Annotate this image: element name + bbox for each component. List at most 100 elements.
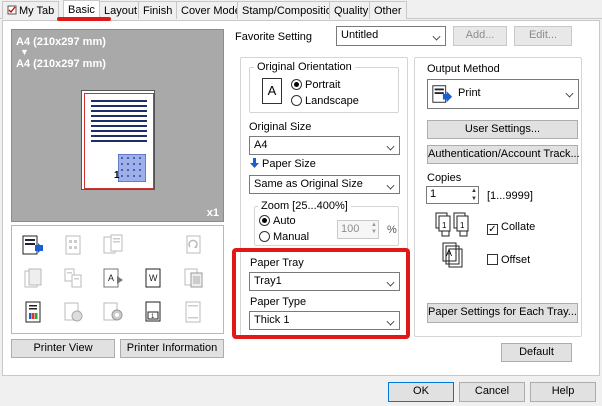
zoom-auto-option[interactable]: Auto <box>259 215 296 227</box>
help-button[interactable]: Help <box>530 382 596 402</box>
rotate-icon[interactable] <box>181 233 205 257</box>
svg-text:A: A <box>108 273 114 283</box>
text-lines-icon <box>91 100 147 142</box>
collate-checkbox[interactable]: ✓ <box>487 224 498 235</box>
portrait-page-letter: A <box>267 83 277 98</box>
printer-information-button[interactable]: Printer Information <box>120 339 224 358</box>
add-favorite-button[interactable]: Add... <box>453 26 507 46</box>
pattern-icon <box>118 154 146 182</box>
original-size-label: Original Size <box>249 121 312 133</box>
edit-favorite-button[interactable]: Edit... <box>514 26 572 46</box>
spinner-arrows-icon[interactable]: ▲ ▼ <box>471 187 477 203</box>
zoom-manual-option[interactable]: Manual <box>259 231 309 243</box>
my-tab-icon <box>7 5 17 15</box>
highlight-box <box>232 248 410 339</box>
collate-option[interactable]: ✓ Collate <box>487 221 535 235</box>
tab-label: Quality <box>334 5 369 17</box>
landscape-option[interactable]: Landscape <box>291 95 359 107</box>
down-arrow-icon: ▼ <box>20 47 29 57</box>
portrait-label: Portrait <box>305 79 341 91</box>
copies-spinner[interactable]: 1 ▲ ▼ <box>426 186 479 204</box>
output-paper-text: A4 (210x297 mm) <box>16 58 106 70</box>
tab-label: My Tab <box>19 5 55 17</box>
color-doc-icon[interactable] <box>21 300 45 324</box>
paper-size-select[interactable]: Same as Original Size <box>249 175 400 194</box>
gear-doc-icon[interactable] <box>101 300 125 324</box>
duplex-icon[interactable] <box>101 233 125 257</box>
chevron-down-icon <box>386 142 395 151</box>
zoom-value: 100 <box>341 223 360 235</box>
chevron-down-icon <box>565 89 574 98</box>
svg-text:1: 1 <box>460 221 465 230</box>
chevron-down-icon <box>386 181 395 190</box>
highlight-underline <box>57 17 111 21</box>
tab-my-tab[interactable]: My Tab <box>2 1 60 19</box>
watermark-icon[interactable]: W <box>141 266 165 290</box>
user-settings-button[interactable]: User Settings... <box>427 120 578 139</box>
header-footer-icon[interactable] <box>181 300 205 324</box>
printer-view-button[interactable]: Printer View <box>11 339 115 358</box>
zoom-unit: % <box>387 224 397 236</box>
nup-icon[interactable] <box>61 233 85 257</box>
output-method-label: Output Method <box>427 63 500 75</box>
overlay-icon[interactable] <box>181 266 205 290</box>
zoom-auto-label: Auto <box>273 215 296 227</box>
chevron-down-icon <box>432 32 441 41</box>
tab-other[interactable]: Other <box>369 1 407 19</box>
staple-icon[interactable] <box>61 266 85 290</box>
paper-settings-each-tray-button[interactable]: Paper Settings for Each Tray... <box>427 303 578 323</box>
tab-stamp-composition[interactable]: Stamp/Composition <box>237 1 343 19</box>
tab-cover-mode[interactable]: Cover Mode <box>176 1 246 19</box>
landscape-radio[interactable] <box>291 95 302 106</box>
output-method-select[interactable]: Print <box>427 79 579 109</box>
default-button[interactable]: Default <box>501 343 572 362</box>
original-size-value: A4 <box>254 139 268 151</box>
portrait-option[interactable]: Portrait <box>291 79 340 91</box>
output-method-value: Print <box>458 87 481 99</box>
print-icon <box>432 85 453 103</box>
copies-badge: x1 <box>206 207 219 219</box>
zoom-manual-radio[interactable] <box>259 231 270 242</box>
cancel-button[interactable]: Cancel <box>459 382 525 402</box>
copies-label: Copies <box>427 172 462 184</box>
stamp-icon[interactable]: A <box>101 266 125 290</box>
tab-label: Other <box>374 5 402 17</box>
paper-size-label: Paper Size <box>262 158 316 170</box>
zoom-manual-label: Manual <box>273 231 310 243</box>
settings-doc-icon[interactable] <box>61 300 85 324</box>
favorite-setting-select[interactable]: Untitled <box>336 26 446 46</box>
ok-button[interactable]: OK <box>388 382 454 402</box>
collate-label: Collate <box>501 221 536 233</box>
offset-option[interactable]: Offset <box>487 254 530 266</box>
authentication-button[interactable]: Authentication/Account Track... <box>427 145 580 164</box>
tab-label: Basic <box>68 4 95 16</box>
offset-label: Offset <box>501 254 531 266</box>
tab-label: Cover Mode <box>181 5 241 17</box>
zoom-legend: Zoom [25...400%] <box>258 200 351 212</box>
original-paper-text: A4 (210x297 mm) <box>16 36 106 48</box>
tab-finish[interactable]: Finish <box>138 1 178 19</box>
tab-quality[interactable]: Quality <box>329 1 374 19</box>
spinner-arrows-icon[interactable]: ▲ ▼ <box>371 222 377 236</box>
print-icon[interactable] <box>21 233 45 257</box>
preview-pane: A4 (210x297 mm) ▼ A4 (210x297 mm) 1 x1 <box>11 29 224 222</box>
favorite-setting-value: Untitled <box>341 29 379 41</box>
function-icon-grid: A W 1 <box>11 225 224 334</box>
paper-size-value: Same as Original Size <box>254 178 363 190</box>
zoom-auto-radio[interactable] <box>259 215 270 226</box>
offset-checkbox[interactable] <box>487 254 498 265</box>
tab-label: Finish <box>143 5 173 17</box>
favorite-setting-label: Favorite Setting <box>235 31 313 43</box>
paper-size-heading: Paper Size <box>250 158 316 170</box>
page-number-icon[interactable]: 1 <box>141 300 165 324</box>
zoom-spinner[interactable]: 100 ▲ ▼ <box>337 220 379 239</box>
landscape-label: Landscape <box>305 95 359 107</box>
booklet-icon[interactable] <box>21 266 45 290</box>
page-number: 1 <box>114 170 120 181</box>
portrait-page-icon: A <box>262 78 282 104</box>
portrait-radio[interactable] <box>291 79 302 90</box>
tab-label: Layout <box>104 5 138 17</box>
svg-text:W: W <box>149 273 158 283</box>
original-size-select[interactable]: A4 <box>249 136 400 155</box>
tab-label: Stamp/Composition <box>242 5 338 17</box>
